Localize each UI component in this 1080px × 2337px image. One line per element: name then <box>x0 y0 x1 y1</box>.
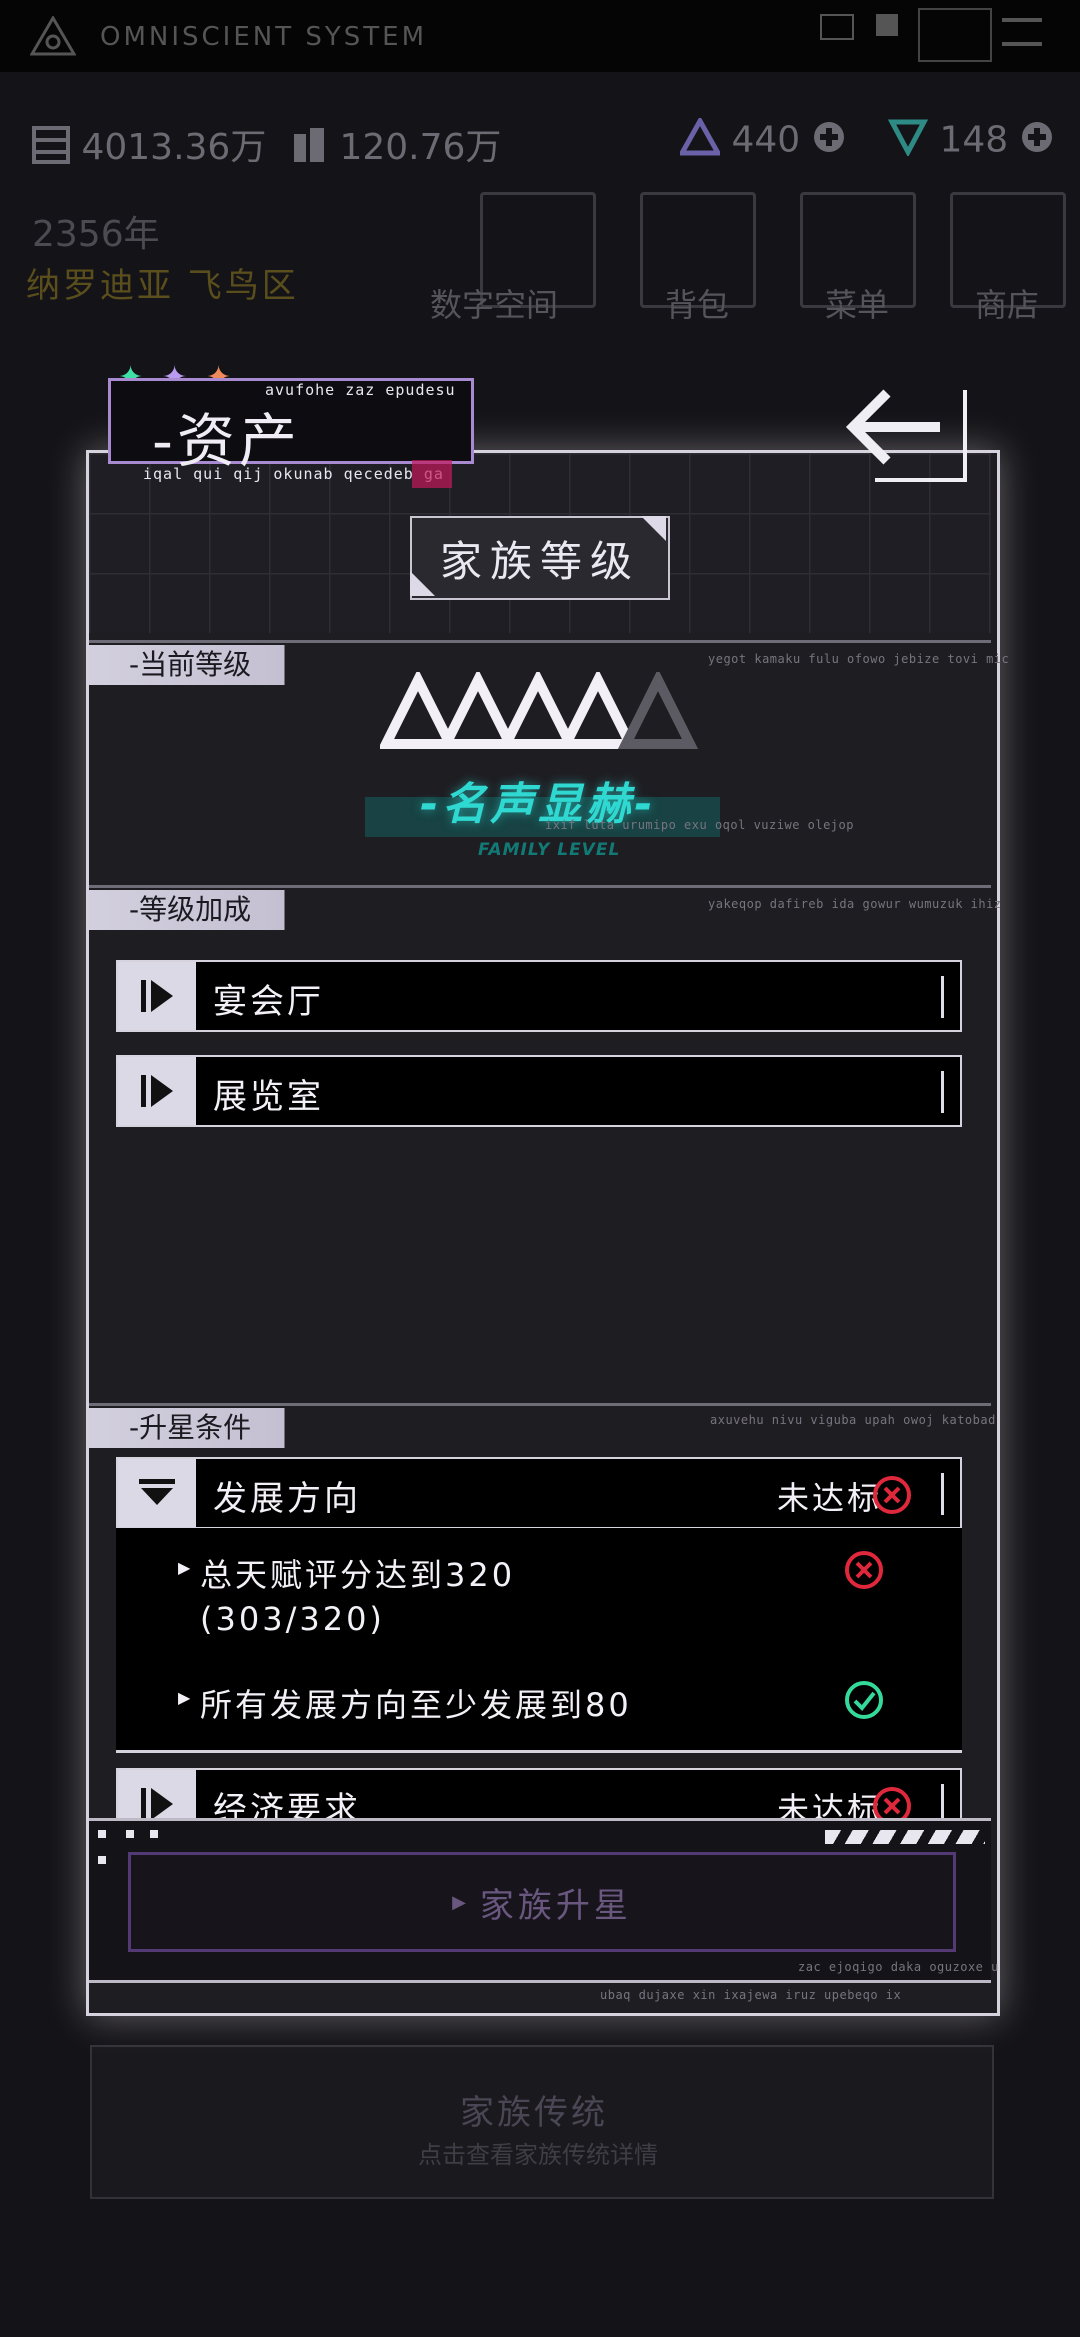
dot-decoration <box>98 1856 106 1864</box>
condition-row-development[interactable]: 发展方向 未达标 <box>116 1457 962 1529</box>
bonus-row-label: 展览室 <box>213 1077 324 1117</box>
section-caption: yakeqop dafireb ida gowur wumuzuk ihiz <box>708 897 1002 911</box>
fail-icon <box>845 1551 883 1589</box>
menu-item-menu[interactable]: 菜单 <box>825 280 889 326</box>
section-caption: axuvehu nivu viguba upah owoj katobad <box>710 1413 996 1427</box>
bullet-arrow-icon: ▶ <box>178 1688 191 1707</box>
gem-a-resource[interactable]: 440 <box>677 115 846 165</box>
condition-row-economy[interactable]: 经济要求 未达标 <box>116 1768 962 1820</box>
menu-item-digital-space[interactable]: 数字空间 <box>430 280 558 326</box>
bottom-caption: ubaq dujaxe xin ixajewa iruz upebeqo ix <box>600 1988 902 2002</box>
fail-icon <box>873 1787 911 1820</box>
condition-item-text: 总天赋评分达到320 <box>200 1556 516 1594</box>
play-icon <box>118 962 196 1030</box>
section-divider <box>89 1403 991 1406</box>
footer-divider <box>89 1980 991 1983</box>
family-star-upgrade-button[interactable]: ▶ 家族升星 <box>128 1852 956 1952</box>
bonus-row-banquet-hall[interactable]: 宴会厅 <box>116 960 962 1032</box>
condition-details: ▶ 总天赋评分达到320 (303/320) ▶ 所有发展方向至少发展到80 <box>116 1528 962 1753</box>
section-upgrade-conditions: -升星条件 <box>89 1408 319 1448</box>
money-value: 4013.36万 <box>81 127 267 168</box>
diamond-gem-icon <box>887 118 929 165</box>
play-icon <box>118 1057 196 1125</box>
check-icon <box>845 1681 883 1719</box>
dot-decoration <box>126 1830 134 1838</box>
title-corner <box>410 571 435 596</box>
back-arrow-icon <box>845 389 967 482</box>
row-end-bar <box>941 1071 944 1113</box>
section-divider <box>89 640 991 643</box>
tag-caption-bottom: iqal qui qij okunab qecedeb ga <box>143 465 444 483</box>
gem-b-resource[interactable]: 148 <box>887 118 1054 165</box>
level-star-filled <box>497 672 579 749</box>
level-star-filled <box>557 672 639 749</box>
secondary-resource: 120.76万 <box>292 118 501 173</box>
collapse-icon <box>118 1459 196 1527</box>
modal-title: 家族等级 <box>410 516 670 600</box>
triangle-gem-icon <box>677 115 723 165</box>
play-icon <box>118 1770 196 1820</box>
fail-icon <box>873 1476 911 1514</box>
level-star-filled <box>437 672 519 749</box>
money-resource: 4013.36万 <box>32 118 266 173</box>
building-icon <box>32 125 70 173</box>
settings-icon[interactable] <box>918 8 992 62</box>
section-caption: yegot kamaku fulu ofowo jebize tovi mic <box>708 652 1010 666</box>
condition-item-text: 所有发展方向至少发展到80 <box>200 1686 632 1724</box>
secondary-value: 120.76万 <box>339 127 502 168</box>
menu-item-shop[interactable]: 商店 <box>975 280 1039 326</box>
section-divider <box>89 885 991 888</box>
plus-icon[interactable] <box>812 120 846 163</box>
section-level-bonus: -等级加成 <box>89 890 319 930</box>
condition-label: 发展方向 <box>213 1479 361 1519</box>
bullet-arrow-icon: ▶ <box>178 1558 191 1577</box>
signal-icon <box>876 14 898 36</box>
condition-item-progress: (303/320) <box>200 1600 385 1638</box>
dot-decoration <box>98 1830 106 1838</box>
section-current-level: -当前等级 <box>89 645 319 685</box>
family-level-label: FAMILY LEVEL <box>478 840 621 860</box>
title-corner <box>641 516 666 541</box>
menu-item-backpack[interactable]: 背包 <box>665 280 729 326</box>
row-end-bar <box>941 1784 944 1820</box>
condition-label: 经济要求 <box>213 1790 361 1820</box>
level-stars <box>380 672 699 749</box>
row-end-bar <box>941 1473 944 1515</box>
condition-status: 未达标 <box>776 1790 882 1820</box>
dot-decoration <box>150 1830 158 1838</box>
level-star-empty <box>617 672 699 749</box>
bonus-row-label: 宴会厅 <box>213 982 324 1022</box>
level-caption: ixif luta urumipo exu oqol vuziwe olejop <box>545 818 854 832</box>
gem-a-value: 440 <box>731 119 801 161</box>
star-button-label: 家族升星 <box>479 1885 632 1926</box>
family-tradition-title: 家族传统 <box>460 2093 608 2133</box>
menu-icon[interactable] <box>1002 18 1042 46</box>
chevron-right-icon: ▶ <box>452 1891 470 1913</box>
year-label: 2356年 <box>32 214 160 255</box>
plus-icon[interactable] <box>1020 120 1054 163</box>
row-end-bar <box>941 976 944 1018</box>
level-star-filled <box>380 672 459 749</box>
tag-accent <box>412 460 452 488</box>
location-label: 纳罗迪亚 飞鸟区 <box>26 266 299 306</box>
back-button[interactable] <box>845 385 975 485</box>
family-tradition-subtitle: 点击查看家族传统详情 <box>418 2141 658 2169</box>
system-title: OMNISCIENT SYSTEM <box>100 22 427 52</box>
tower-icon <box>292 126 328 173</box>
condition-status: 未达标 <box>776 1479 882 1517</box>
bonus-row-exhibition-room[interactable]: 展览室 <box>116 1055 962 1127</box>
bottom-caption: zac ejoqigo daka oguzoxe u <box>798 1960 999 1974</box>
wifi-icon <box>820 14 854 40</box>
gem-b-value: 148 <box>939 119 1009 161</box>
stripe-decoration <box>825 1830 985 1844</box>
system-logo-icon <box>29 15 77 56</box>
